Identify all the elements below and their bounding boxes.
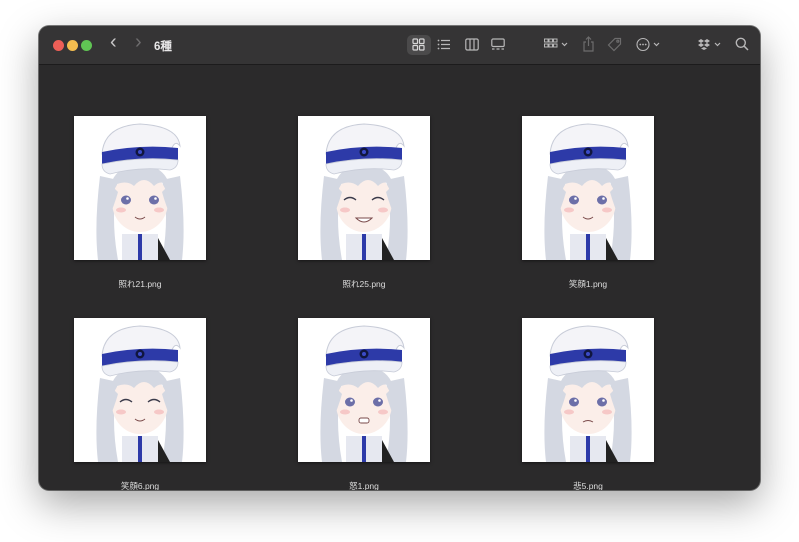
- share-button[interactable]: [582, 36, 595, 52]
- file-thumbnail[interactable]: [522, 318, 654, 462]
- icon-view-icon: [412, 38, 425, 51]
- file-thumbnail[interactable]: [74, 318, 206, 462]
- file-thumbnail[interactable]: [74, 116, 206, 260]
- group-by-button[interactable]: [544, 38, 568, 51]
- chevron-left-icon: ‹: [110, 31, 117, 53]
- forward-button[interactable]: ›: [135, 31, 142, 53]
- group-icon: [544, 38, 568, 48]
- file-grid: 照れ21.png 照れ25.png 笑顔1.png 笑顔6.png 怒1.png 悲5.p…: [39, 65, 760, 490]
- search-button[interactable]: [735, 37, 749, 51]
- file-name[interactable]: 悲5.png: [488, 480, 688, 490]
- tag-icon: [607, 37, 622, 52]
- minimize-window-button[interactable]: [67, 40, 78, 51]
- back-button[interactable]: ‹: [110, 31, 117, 53]
- character-portrait: [74, 116, 206, 260]
- finder-window: ‹ › 6種 照れ21.png 照れ25.png 笑顔1.png 笑顔6.png…: [39, 26, 760, 490]
- more-actions-button[interactable]: [636, 37, 662, 52]
- file-thumbnail[interactable]: [522, 116, 654, 260]
- file-name[interactable]: 怒1.png: [264, 480, 464, 490]
- zoom-window-button[interactable]: [81, 40, 92, 51]
- file-name[interactable]: 笑顔6.png: [40, 480, 240, 490]
- toolbar: ‹ › 6種: [39, 26, 760, 65]
- character-portrait: [522, 318, 654, 462]
- file-name[interactable]: 笑顔1.png: [488, 278, 688, 290]
- character-portrait: [74, 318, 206, 462]
- file-thumbnail[interactable]: [298, 318, 430, 462]
- file-thumbnail[interactable]: [298, 116, 430, 260]
- dropbox-button[interactable]: [698, 38, 724, 51]
- share-icon: [583, 36, 594, 52]
- tag-button[interactable]: [607, 37, 622, 52]
- window-title: 6種: [154, 41, 172, 53]
- more-icon: [636, 37, 660, 52]
- icon-view-button[interactable]: [412, 38, 425, 51]
- close-window-button[interactable]: [53, 40, 64, 51]
- character-portrait: [298, 318, 430, 462]
- search-icon: [735, 37, 749, 51]
- character-portrait: [522, 116, 654, 260]
- column-view-icon: [465, 38, 479, 51]
- character-portrait: [298, 116, 430, 260]
- list-view-icon: [437, 39, 450, 50]
- list-view-button[interactable]: [437, 38, 451, 51]
- file-name[interactable]: 照れ21.png: [40, 278, 240, 290]
- column-view-button[interactable]: [465, 38, 479, 51]
- gallery-view-button[interactable]: [491, 38, 505, 51]
- chevron-right-icon: ›: [135, 31, 142, 53]
- gallery-view-icon: [491, 38, 505, 50]
- dropbox-icon: [698, 39, 721, 50]
- file-name[interactable]: 照れ25.png: [264, 278, 464, 290]
